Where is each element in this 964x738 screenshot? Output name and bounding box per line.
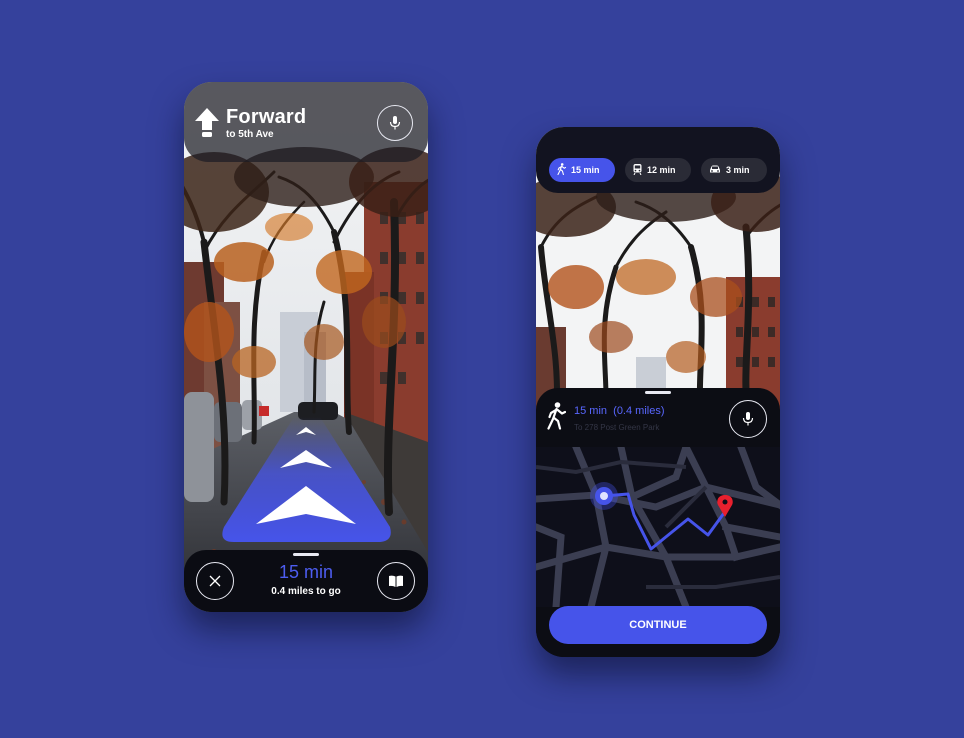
destination-label: To 278 Post Green Park <box>574 423 660 432</box>
transport-modes-bar: 15 min 12 min 3 min <box>536 127 780 193</box>
walk-icon <box>557 163 571 177</box>
voice-button[interactable] <box>377 105 413 141</box>
route-summary: 15 min (0.4 miles) <box>574 405 665 417</box>
route-distance: (0.4 miles) <box>613 405 665 417</box>
direction-subtitle: to 5th Ave <box>226 129 274 140</box>
mode-car-label: 3 min <box>726 165 750 175</box>
microphone-icon <box>389 116 401 130</box>
mode-walk[interactable]: 15 min <box>549 158 615 182</box>
ar-navigation-phone: Forward to 5th Ave 15 min 0.4 miles to g… <box>184 82 428 612</box>
mode-car[interactable]: 3 min <box>701 158 767 182</box>
car-icon <box>709 165 726 176</box>
mode-walk-label: 15 min <box>571 165 600 175</box>
microphone-icon <box>742 412 754 426</box>
current-location-icon <box>590 482 618 510</box>
distance-remaining: 0.4 miles to go <box>271 586 341 597</box>
eta-time: 15 min <box>278 562 334 582</box>
mode-train-label: 12 min <box>647 165 676 175</box>
continue-button[interactable]: CONTINUE <box>549 606 767 644</box>
arrow-up-icon <box>195 108 219 143</box>
train-icon <box>633 163 647 177</box>
mode-train[interactable]: 12 min <box>625 158 691 182</box>
drag-handle[interactable] <box>645 391 671 394</box>
route-time: 15 min <box>574 405 608 417</box>
route-overview-phone: 15 min 12 min 3 min 15 min (0.4 miles) T… <box>536 127 780 657</box>
direction-title: Forward <box>226 106 307 128</box>
walking-person-icon <box>546 402 567 435</box>
direction-header: Forward to 5th Ave <box>184 82 428 162</box>
drag-handle[interactable] <box>293 553 319 556</box>
voice-button[interactable] <box>729 400 767 438</box>
route-map[interactable] <box>536 442 780 612</box>
